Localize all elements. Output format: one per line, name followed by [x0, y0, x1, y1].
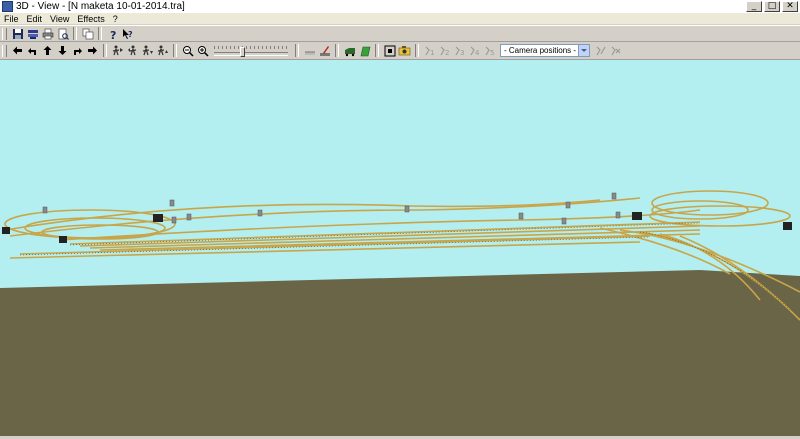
- walk-up-icon[interactable]: [156, 44, 169, 57]
- tunnel-portal: [59, 236, 67, 243]
- view-toolbar: 1 2 3 4 5 - Camera positions -: [0, 42, 800, 60]
- help-icon[interactable]: ?: [106, 27, 119, 40]
- signal-post: [404, 205, 410, 213]
- window-title: 3D - View - [N maketa 10-01-2014.tra]: [16, 1, 185, 12]
- walk-down-icon[interactable]: [141, 44, 154, 57]
- camera-slot-2-icon: 2: [438, 44, 451, 57]
- tunnel-portal: [632, 212, 642, 220]
- 3d-scene: [0, 60, 800, 436]
- svg-text:5: 5: [490, 49, 494, 56]
- train-icon[interactable]: [343, 44, 356, 57]
- menu-effects[interactable]: Effects: [73, 14, 108, 24]
- turn-right-icon[interactable]: [71, 44, 84, 57]
- signal-post: [611, 192, 617, 200]
- camera-positions-value: - Camera positions -: [504, 46, 577, 55]
- close-button[interactable]: ✕: [782, 1, 798, 12]
- camera-icon[interactable]: [398, 44, 411, 57]
- signal-post: [518, 212, 524, 220]
- chevron-down-icon[interactable]: [578, 45, 589, 56]
- track-tool-icon[interactable]: [318, 44, 331, 57]
- signal-post: [615, 211, 621, 219]
- window-controls: _ □ ✕: [746, 1, 798, 12]
- toolbar-separator: [415, 44, 419, 57]
- signal-post: [171, 216, 177, 224]
- walk-forward-icon[interactable]: [111, 44, 124, 57]
- arrow-left-icon[interactable]: [11, 44, 24, 57]
- svg-text:1: 1: [430, 49, 434, 56]
- toolbar-separator: [295, 44, 299, 57]
- print-icon[interactable]: [41, 27, 54, 40]
- tunnel-portal: [2, 227, 10, 234]
- toolbar-grip[interactable]: [2, 27, 7, 40]
- signal-post: [169, 199, 175, 207]
- save-camera-icon: [594, 44, 607, 57]
- ground-icon[interactable]: [303, 44, 316, 57]
- svg-text:?: ?: [110, 29, 116, 40]
- camera-positions-dropdown[interactable]: - Camera positions -: [500, 44, 590, 57]
- camera-slot-5-icon: 5: [483, 44, 496, 57]
- arrow-up-icon[interactable]: [41, 44, 54, 57]
- app-icon[interactable]: [2, 1, 13, 12]
- zoom-in-icon[interactable]: [196, 44, 209, 57]
- toolbar-separator: [173, 44, 177, 57]
- slider-track: [214, 52, 288, 56]
- terrain-icon[interactable]: [358, 44, 371, 57]
- minimize-button[interactable]: _: [746, 1, 762, 12]
- print-preview-icon[interactable]: [56, 27, 69, 40]
- toolbar-separator: [98, 27, 102, 40]
- arrow-down-icon[interactable]: [56, 44, 69, 57]
- maximize-button[interactable]: □: [764, 1, 780, 12]
- toolbar-separator: [73, 27, 77, 40]
- toolbar-grip[interactable]: [2, 44, 7, 57]
- slider-ticks: [214, 46, 288, 49]
- camera-slot-3-icon: 3: [453, 44, 466, 57]
- layers-icon[interactable]: [26, 27, 39, 40]
- walk-back-icon[interactable]: [126, 44, 139, 57]
- tunnel-portal: [153, 214, 163, 222]
- zoom-out-icon[interactable]: [181, 44, 194, 57]
- signal-post: [257, 209, 263, 217]
- camera-slot-4-icon: 4: [468, 44, 481, 57]
- 3d-viewport[interactable]: [0, 60, 800, 436]
- ground-plane: [0, 270, 800, 436]
- toolbar-separator: [103, 44, 107, 57]
- title-bar: 3D - View - [N maketa 10-01-2014.tra] _ …: [0, 0, 800, 13]
- standard-toolbar: ? ?: [0, 25, 800, 42]
- zoom-slider[interactable]: [214, 44, 288, 57]
- svg-text:?: ?: [128, 30, 133, 39]
- turn-left-icon[interactable]: [26, 44, 39, 57]
- slider-thumb[interactable]: [240, 47, 245, 57]
- svg-text:4: 4: [475, 49, 480, 56]
- menu-help[interactable]: ?: [109, 14, 122, 24]
- copy-icon[interactable]: [81, 27, 94, 40]
- fit-view-icon[interactable]: [383, 44, 396, 57]
- menu-file[interactable]: File: [0, 14, 23, 24]
- svg-text:2: 2: [445, 49, 449, 56]
- svg-text:3: 3: [460, 49, 464, 56]
- delete-camera-icon: [609, 44, 622, 57]
- context-help-icon[interactable]: ?: [121, 27, 134, 40]
- camera-slot-1-icon: 1: [423, 44, 436, 57]
- menu-view[interactable]: View: [46, 14, 73, 24]
- signal-post: [565, 201, 571, 209]
- signal-post: [186, 213, 192, 221]
- save-icon[interactable]: [11, 27, 24, 40]
- arrow-right-icon[interactable]: [86, 44, 99, 57]
- menu-edit[interactable]: Edit: [23, 14, 47, 24]
- tunnel-portal: [783, 222, 792, 230]
- signal-post: [561, 217, 567, 225]
- signal-post: [42, 206, 48, 214]
- toolbar-separator: [375, 44, 379, 57]
- toolbar-separator: [335, 44, 339, 57]
- menu-bar: File Edit View Effects ?: [0, 13, 800, 24]
